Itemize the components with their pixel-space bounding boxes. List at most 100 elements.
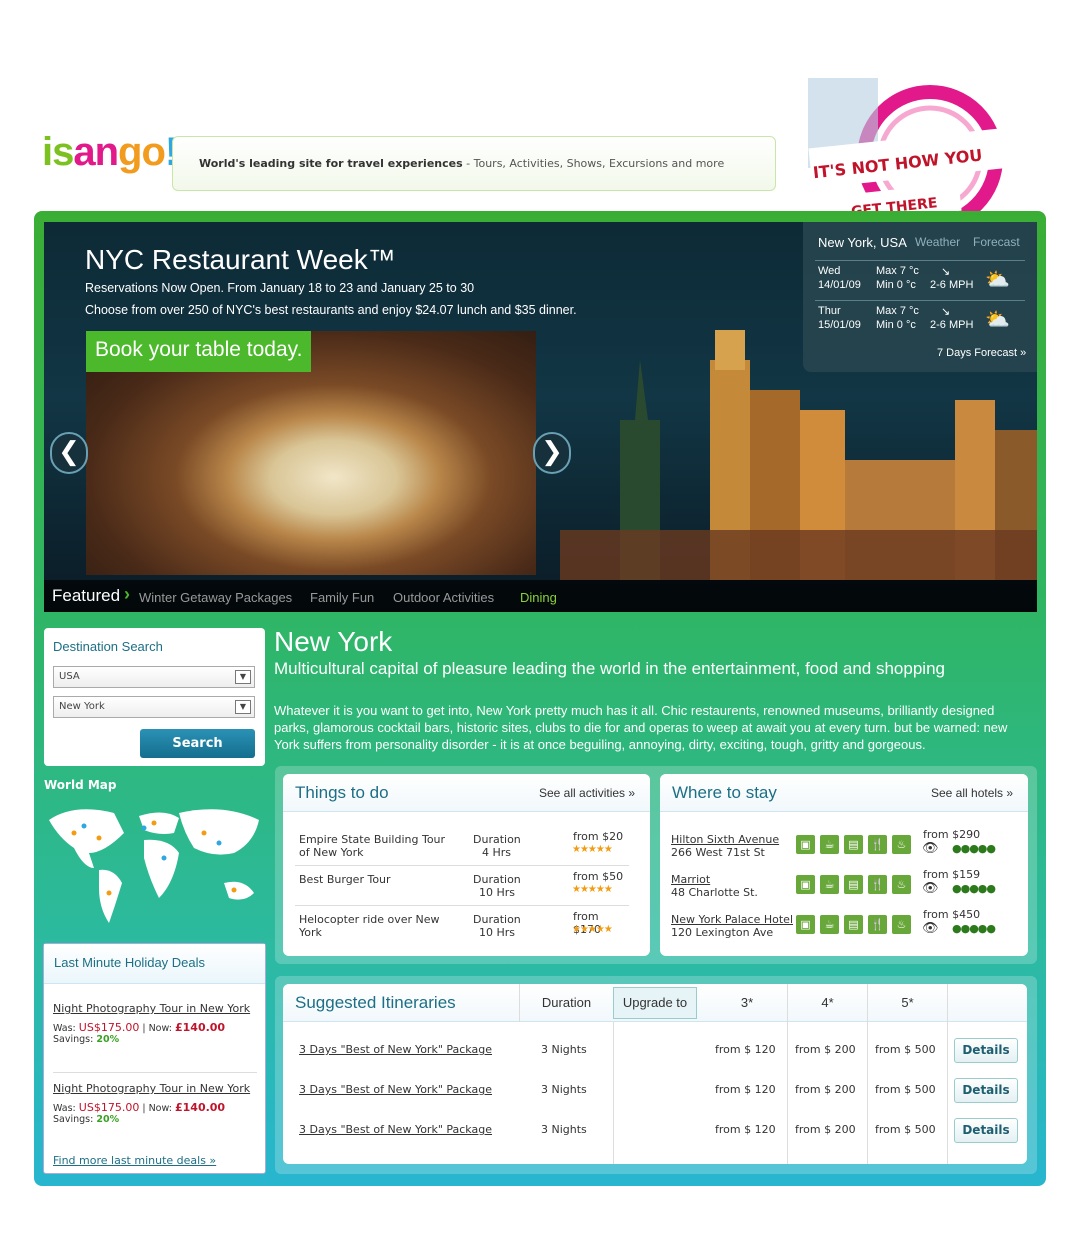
deal-was-price: US$175.00 (78, 1101, 140, 1114)
tripadvisor-rating: ●●●●● (952, 842, 996, 855)
hotel-price: from $159 (923, 868, 981, 881)
tripadvisor-owl-icon: 👁 (922, 881, 939, 896)
hotel-name-link[interactable]: New York Palace Hotel (671, 913, 793, 926)
hotel-price: from $450 (923, 908, 981, 921)
three-star-header: 3* (740, 995, 754, 1010)
five-star-header: 5* (867, 984, 947, 1022)
price-5-star: from $ 500 (875, 1083, 936, 1096)
weather-day: Wed (818, 265, 841, 277)
details-button[interactable]: Details (954, 1038, 1018, 1063)
prev-slide-arrow-icon[interactable]: ❮ (50, 432, 88, 474)
see-all-hotels-link[interactable]: See all hotels » (931, 786, 1013, 800)
activity-row[interactable]: Empire State Building Tour of New York D… (295, 826, 629, 866)
coffee-icon: ☕ (820, 875, 839, 894)
activity-row[interactable]: Best Burger Tour Duration 10 Hrs from $5… (295, 866, 629, 906)
city-description: Whatever it is you want to get into, New… (274, 703, 1008, 752)
hotel-address: 48 Charlotte St. (671, 886, 758, 899)
details-button[interactable]: Details (954, 1078, 1018, 1103)
last-minute-title: Last Minute Holiday Deals (54, 955, 206, 970)
deal-savings: 20% (96, 1034, 120, 1045)
price-3-star: from $ 120 (715, 1043, 776, 1056)
price-4-star: from $ 200 (795, 1043, 856, 1056)
tripadvisor-rating: ●●●●● (952, 882, 996, 895)
isango-logo[interactable]: isango! (42, 130, 178, 174)
next-slide-arrow-icon[interactable]: ❯ (533, 432, 571, 474)
deal-name-link[interactable]: Night Photography Tour in New York (53, 1082, 257, 1095)
weather-row: Thur 15/01/09 Max 7 °c Min 0 °c ↘ 2-6 MP… (815, 300, 1025, 338)
weather-max: Max 7 °c (876, 265, 919, 277)
seven-day-forecast-link[interactable]: 7 Days Forecast » (937, 347, 1026, 359)
hotel-name-link[interactable]: Hilton Sixth Avenue (671, 833, 779, 846)
itinerary-duration: 3 Nights (541, 1083, 587, 1096)
deal-now-price: £140.00 (174, 1021, 226, 1034)
duration-label: Duration (473, 913, 521, 926)
more-deals-link[interactable]: Find more last minute deals » (53, 1154, 216, 1167)
duration-value: 10 Hrs (479, 886, 516, 899)
coffee-icon: ☕ (820, 835, 839, 854)
world-map-title: World Map (44, 778, 117, 792)
last-minute-header: Last Minute Holiday Deals (44, 944, 265, 984)
weather-row: Wed 14/01/09 Max 7 °c Min 0 °c ↘ 2-6 MPH… (815, 260, 1025, 298)
room-icon: ▣ (796, 915, 815, 934)
upgrade-to-tab[interactable]: Upgrade to (613, 987, 697, 1019)
price-5-star: from $ 500 (875, 1123, 936, 1136)
deal-was-price: US$175.00 (78, 1021, 140, 1034)
activity-name[interactable]: Best Burger Tour (299, 873, 459, 886)
coffee-icon: ☕ (820, 915, 839, 934)
restaurant-icon: 🍴 (868, 835, 887, 854)
world-map[interactable] (44, 798, 264, 928)
itinerary-name-link[interactable]: 3 Days "Best of New York" Package (299, 1083, 492, 1096)
tab-outdoor-activities[interactable]: Outdoor Activities (393, 590, 494, 605)
hotel-address: 120 Lexington Ave (671, 926, 774, 939)
chevron-down-icon: ▼ (235, 700, 251, 714)
itinerary-duration: 3 Nights (541, 1123, 587, 1136)
weather-wind: 2-6 MPH (930, 279, 974, 291)
tv-icon: ▤ (844, 835, 863, 854)
hotel-row[interactable]: Marriot 48 Charlotte St. ▣ ☕ ▤ 🍴 ♨ from … (670, 868, 1020, 908)
itinerary-name-link[interactable]: 3 Days "Best of New York" Package (299, 1043, 492, 1056)
tab-family-fun[interactable]: Family Fun (310, 590, 374, 605)
activity-row[interactable]: Helocopter ride over New York Duration 1… (295, 906, 629, 946)
city-subtitle: Multicultural capital of pleasure leadin… (274, 659, 945, 678)
tab-dining[interactable]: Dining (520, 590, 557, 605)
itinerary-duration: 3 Nights (541, 1043, 587, 1056)
see-all-activities-link[interactable]: See all activities » (539, 786, 635, 800)
partly-cloudy-icon: ⛅ (985, 309, 1010, 331)
tripadvisor-owl-icon: 👁 (922, 921, 939, 936)
details-button[interactable]: Details (954, 1118, 1018, 1143)
tripadvisor-owl-icon: 👁 (922, 841, 939, 856)
hotel-name-link[interactable]: Marriot (671, 873, 710, 886)
activity-name[interactable]: Empire State Building Tour of New York (299, 833, 459, 859)
deal-name-link[interactable]: Night Photography Tour in New York (53, 1002, 257, 1015)
deal-now-price: £140.00 (174, 1101, 226, 1114)
deal-item: Night Photography Tour in New York Was: … (53, 1002, 257, 1045)
wind-arrow-icon: ↘ (941, 266, 951, 278)
spa-icon: ♨ (892, 915, 911, 934)
duration-value: 10 Hrs (479, 926, 516, 939)
tagline-rest: - Tours, Activities, Shows, Excursions a… (462, 157, 725, 170)
country-select[interactable]: USA ▼ (53, 666, 255, 688)
itinerary-row: 3 Days "Best of New York" Package 3 Nigh… (283, 1070, 1025, 1110)
itineraries-title: Suggested Itineraries (295, 993, 456, 1012)
hotel-row[interactable]: Hilton Sixth Avenue 266 West 71st St ▣ ☕… (670, 828, 1020, 868)
tagline-box: World's leading site for travel experien… (172, 136, 776, 191)
itinerary-name-link[interactable]: 3 Days "Best of New York" Package (299, 1123, 492, 1136)
activity-price: from $20 (573, 830, 624, 843)
restaurant-icon: 🍴 (868, 915, 887, 934)
itineraries-panel: Suggested Itineraries Duration Upgrade t… (283, 984, 1027, 1164)
tagline-bold: World's leading site for travel experien… (199, 157, 463, 170)
deal-savings: 20% (96, 1114, 120, 1125)
hotel-row[interactable]: New York Palace Hotel 120 Lexington Ave … (670, 908, 1020, 948)
book-table-button[interactable]: Book your table today. (86, 331, 312, 372)
tab-winter-getaway[interactable]: Winter Getaway Packages (139, 590, 292, 605)
tab-weather[interactable]: Weather (915, 235, 960, 249)
destination-search-box: Destination Search USA ▼ New York ▼ Search (44, 628, 265, 766)
activity-name[interactable]: Helocopter ride over New York (299, 913, 459, 939)
tab-forecast[interactable]: Forecast (973, 235, 1020, 249)
featured-bar: Featured › Winter Getaway Packages Famil… (44, 580, 1037, 612)
hotel-price: from $290 (923, 828, 981, 841)
promo-banner[interactable]: IT'S NOT HOW YOU GET THERE (780, 48, 1022, 231)
search-button[interactable]: Search (140, 729, 255, 758)
weather-date: 15/01/09 (818, 319, 861, 331)
city-select[interactable]: New York ▼ (53, 696, 255, 718)
